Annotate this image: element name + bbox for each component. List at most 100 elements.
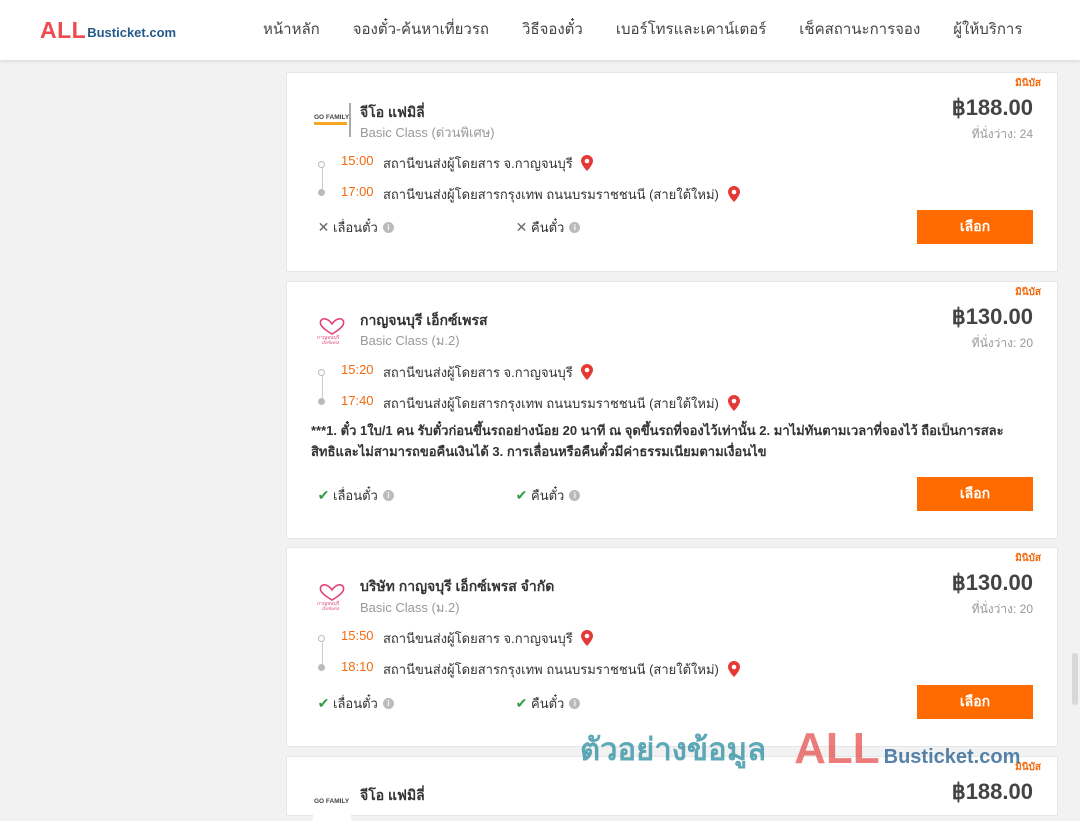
svg-text:เอ็กซ์เพรส: เอ็กซ์เพรส	[322, 339, 340, 344]
arrival-time: 18:10	[341, 659, 374, 674]
info-icon[interactable]: i	[569, 490, 581, 501]
info-icon[interactable]: i	[569, 222, 581, 233]
check-icon: ✔	[317, 487, 330, 503]
map-pin-icon[interactable]	[581, 630, 594, 646]
page-scrollbar[interactable]	[1070, 60, 1080, 800]
logo-all-text: ALL	[40, 17, 87, 43]
nav-home[interactable]: หน้าหลัก	[263, 18, 320, 42]
arrival-time: 17:00	[341, 184, 374, 199]
nav-phone-counters[interactable]: เบอร์โทรและเคาน์เตอร์	[616, 18, 766, 42]
departure-station[interactable]: สถานีขนส่งผู้โดยสาร จ.กาญจนบุรี	[383, 153, 594, 174]
operator-name: จีโอ แฟมิลี่	[360, 104, 425, 120]
svg-text:GO FAMILY: GO FAMILY	[314, 114, 350, 121]
arrival-station-name: สถานีขนส่งผู้โดยสารกรุงเทพ ถนนบรมราชชนนี…	[383, 662, 719, 677]
route-line	[322, 165, 323, 189]
change-ticket-label: เลื่อนตั๋ว	[333, 696, 378, 711]
arrival-dot	[318, 398, 325, 405]
refund-ticket-policy: ✔ คืนตั๋ว i	[515, 693, 581, 714]
go-family-logo-icon: GO FAMILY	[313, 103, 351, 137]
route-line	[322, 639, 323, 664]
change-ticket-policy: ✔ เลื่อนตั๋ว i	[317, 693, 394, 714]
svg-text:GO FAMILY: GO FAMILY	[314, 798, 350, 805]
trip-card: มินิบัส กาญจนบุรี เอ็กซ์เพรส บริษัท กาญจ…	[286, 547, 1058, 747]
arrival-time: 17:40	[341, 393, 374, 408]
trip-card: มินิบัส กาญจนบุรี เอ็กซ์เพรส กาญจนบุรี เ…	[286, 281, 1058, 539]
seats-available: ที่นั่งว่าง: 20	[971, 336, 1033, 350]
arrival-dot	[318, 189, 325, 196]
site-logo[interactable]: ALL Busticket.com	[40, 18, 176, 42]
top-header: ALL Busticket.com หน้าหลัก จองตั๋ว-ค้นหา…	[0, 0, 1080, 60]
logo-site-text: Busticket.com	[87, 25, 177, 40]
service-class: Basic Class (ม.2)	[360, 600, 460, 615]
vehicle-type-badge: มินิบัส	[1015, 762, 1041, 773]
map-pin-icon[interactable]	[581, 364, 594, 380]
change-ticket-label: เลื่อนตั๋ว	[333, 488, 378, 503]
departure-dot	[318, 369, 325, 376]
map-pin-icon[interactable]	[727, 395, 740, 411]
go-family-logo-icon: GO FAMILY	[313, 787, 351, 821]
price: ฿130.00	[951, 304, 1033, 329]
arrival-dot	[318, 664, 325, 671]
vehicle-type-badge: มินิบัส	[1015, 78, 1041, 89]
svg-text:เอ็กซ์เพรส: เอ็กซ์เพรส	[322, 605, 340, 610]
refund-ticket-policy: ✕ คืนตั๋ว i	[515, 217, 581, 238]
departure-station-name: สถานีขนส่งผู้โดยสาร จ.กาญจนบุรี	[383, 631, 573, 646]
refund-ticket-label: คืนตั๋ว	[531, 220, 565, 235]
departure-dot	[318, 161, 325, 168]
departure-time: 15:00	[341, 153, 374, 168]
seats-available: ที่นั่งว่าง: 24	[971, 127, 1033, 141]
service-class: Basic Class (ม.2)	[360, 333, 460, 348]
info-icon[interactable]: i	[382, 222, 394, 233]
check-icon: ✔	[515, 695, 528, 711]
kanchanaburi-express-logo-icon: กาญจนบุรี เอ็กซ์เพรส	[317, 318, 345, 344]
departure-time: 15:20	[341, 362, 374, 377]
service-class: Basic Class (ด่วนพิเศษ)	[360, 125, 495, 140]
arrival-station[interactable]: สถานีขนส่งผู้โดยสารกรุงเทพ ถนนบรมราชชนนี…	[383, 393, 740, 414]
arrival-station[interactable]: สถานีขนส่งผู้โดยสารกรุงเทพ ถนนบรมราชชนนี…	[383, 659, 740, 680]
route-line	[322, 373, 323, 398]
price: ฿130.00	[951, 570, 1033, 595]
arrival-station[interactable]: สถานีขนส่งผู้โดยสารกรุงเทพ ถนนบรมราชชนนี…	[383, 184, 740, 205]
departure-station[interactable]: สถานีขนส่งผู้โดยสาร จ.กาญจนบุรี	[383, 628, 594, 649]
vehicle-type-badge: มินิบัส	[1015, 287, 1041, 298]
price: ฿188.00	[951, 95, 1033, 120]
scrollbar-thumb[interactable]	[1072, 653, 1078, 705]
check-icon: ✔	[515, 487, 528, 503]
operator-name: บริษัท กาญจบุรี เอ็กซ์เพรส จำกัด	[360, 578, 555, 594]
seats-available: ที่นั่งว่าง: 20	[971, 602, 1033, 616]
operator-name: จีโอ แฟมิลี่	[360, 787, 425, 803]
trip-conditions-note: ***1. ตั๋ว 1ใบ/1 คน รับตั๋วก่อนขึ้นรถอย่…	[311, 423, 1004, 459]
check-icon: ✔	[317, 695, 330, 711]
refund-ticket-label: คืนตั๋ว	[531, 488, 565, 503]
nav-operators[interactable]: ผู้ให้บริการ	[953, 18, 1022, 42]
departure-station-name: สถานีขนส่งผู้โดยสาร จ.กาญจนบุรี	[383, 156, 573, 171]
cross-icon: ✕	[317, 219, 330, 235]
map-pin-icon[interactable]	[727, 661, 740, 677]
select-trip-button[interactable]: เลือก	[917, 477, 1033, 511]
refund-ticket-policy: ✔ คืนตั๋ว i	[515, 485, 581, 506]
arrival-station-name: สถานีขนส่งผู้โดยสารกรุงเทพ ถนนบรมราชชนนี…	[383, 396, 719, 411]
operator-name: กาญจนบุรี เอ็กซ์เพรส	[360, 312, 488, 328]
info-icon[interactable]: i	[382, 698, 394, 709]
nav-how-to-book[interactable]: วิธีจองตั๋ว	[522, 18, 583, 42]
refund-ticket-label: คืนตั๋ว	[531, 696, 565, 711]
main-nav: หน้าหลัก จองตั๋ว-ค้นหาเที่ยวรถ วิธีจองตั…	[263, 18, 1022, 42]
select-trip-button[interactable]: เลือก	[917, 685, 1033, 719]
info-icon[interactable]: i	[569, 698, 581, 709]
map-pin-icon[interactable]	[581, 155, 594, 171]
info-icon[interactable]: i	[382, 490, 394, 501]
cross-icon: ✕	[515, 219, 528, 235]
change-ticket-policy: ✕ เลื่อนตั๋ว i	[317, 217, 394, 238]
price: ฿188.00	[951, 779, 1033, 804]
select-trip-button[interactable]: เลือก	[917, 210, 1033, 244]
trip-card: มินิบัส GO FAMILY จีโอ แฟมิลี่ ฿188.00	[286, 756, 1058, 821]
arrival-station-name: สถานีขนส่งผู้โดยสารกรุงเทพ ถนนบรมราชชนนี…	[383, 187, 719, 202]
change-ticket-label: เลื่อนตั๋ว	[333, 220, 378, 235]
departure-station-name: สถานีขนส่งผู้โดยสาร จ.กาญจนบุรี	[383, 365, 573, 380]
departure-station[interactable]: สถานีขนส่งผู้โดยสาร จ.กาญจนบุรี	[383, 362, 594, 383]
kanchanaburi-express-logo-icon: กาญจนบุรี เอ็กซ์เพรส	[317, 584, 345, 610]
nav-search-trips[interactable]: จองตั๋ว-ค้นหาเที่ยวรถ	[353, 18, 489, 42]
nav-booking-status[interactable]: เช็คสถานะการจอง	[799, 18, 920, 42]
map-pin-icon[interactable]	[727, 186, 740, 202]
vehicle-type-badge: มินิบัส	[1015, 553, 1041, 564]
